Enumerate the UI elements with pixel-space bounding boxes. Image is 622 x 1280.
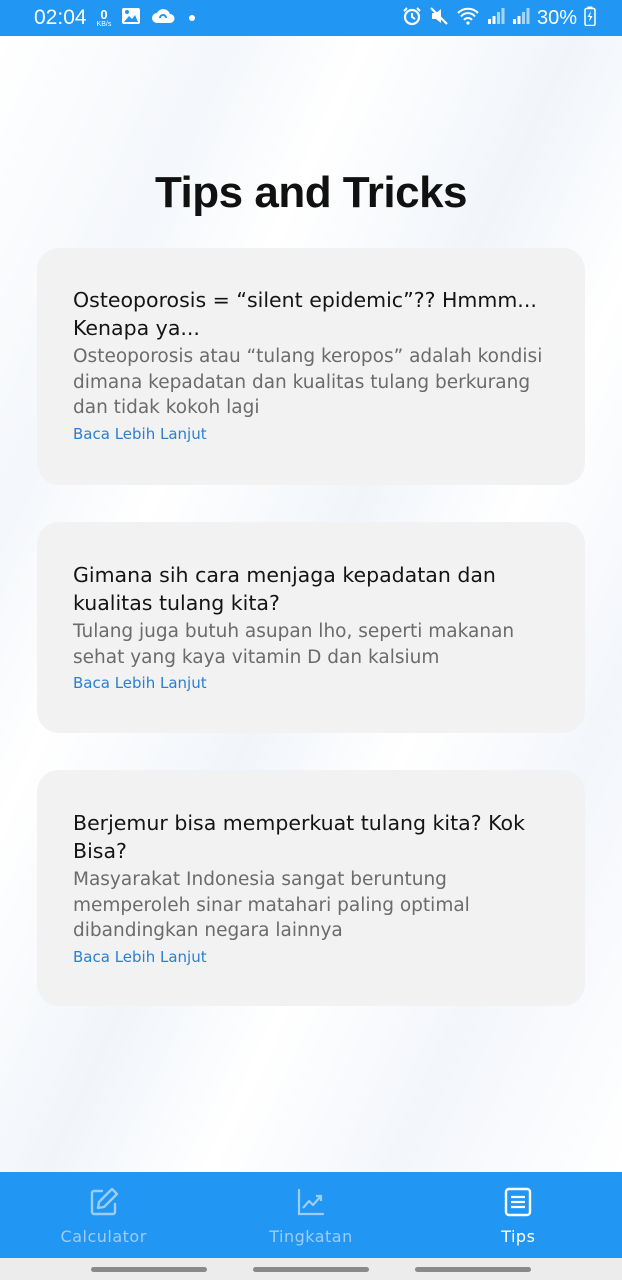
tip-card-kepadatan-tulang[interactable]: Gimana sih cara menjaga kepadatan dan ku… <box>37 522 585 733</box>
tip-card-berjemur[interactable]: Berjemur bisa memperkuat tulang kita? Ko… <box>37 770 585 1006</box>
status-bar: 02:04 0 KB/s 30% <box>0 0 622 36</box>
list-icon <box>502 1186 534 1218</box>
network-speed-value: 0 <box>100 7 108 22</box>
status-left: 02:04 0 KB/s <box>34 6 196 30</box>
nav-label: Tips <box>501 1227 536 1246</box>
tip-card-description: Masyarakat Indonesia sangat beruntung me… <box>73 869 470 941</box>
nav-item-tips[interactable]: Tips <box>415 1172 622 1258</box>
nav-label: Tingkatan <box>269 1227 353 1246</box>
network-speed-unit: KB/s <box>96 21 112 28</box>
tip-card-title: Berjemur bisa memperkuat tulang kita? Ko… <box>73 811 525 863</box>
status-time: 02:04 <box>34 6 87 29</box>
read-more-link[interactable]: Baca Lebih Lanjut <box>73 674 549 692</box>
wifi-icon <box>456 7 480 29</box>
cloud-sync-icon <box>151 7 175 29</box>
signal-icon-2 <box>512 7 530 29</box>
gesture-handle[interactable] <box>91 1266 207 1272</box>
read-more-link[interactable]: Baca Lebih Lanjut <box>73 948 549 966</box>
nav-item-calculator[interactable]: Calculator <box>0 1172 207 1258</box>
content-area: Tips and Tricks Osteoporosis = “silent e… <box>0 36 622 1172</box>
page-title: Tips and Tricks <box>154 168 468 217</box>
system-gesture-bar <box>0 1258 622 1280</box>
battery-charging-icon <box>584 6 596 30</box>
gesture-handle[interactable] <box>415 1266 531 1272</box>
nav-label: Calculator <box>60 1227 147 1246</box>
tip-card-description: Tulang juga butuh asupan lho, seperti ma… <box>73 621 515 668</box>
read-more-link[interactable]: Baca Lebih Lanjut <box>73 425 549 443</box>
gesture-handle[interactable] <box>253 1266 369 1272</box>
tip-card-osteoporosis[interactable]: Osteoporosis = “silent epidemic”?? Hmmm.… <box>37 248 585 485</box>
bottom-navigation: Calculator Tingkatan Tips <box>0 1172 622 1258</box>
tip-card-description: Osteoporosis atau “tulang keropos” adala… <box>73 346 543 418</box>
status-right: 30% <box>402 6 596 30</box>
image-icon <box>121 7 141 29</box>
network-speed: 0 KB/s <box>97 8 112 28</box>
tip-card-title: Osteoporosis = “silent epidemic”?? Hmmm.… <box>73 288 537 340</box>
nav-item-tingkatan[interactable]: Tingkatan <box>207 1172 414 1258</box>
battery-percentage: 30% <box>536 6 577 29</box>
signal-icon <box>487 7 505 29</box>
tip-card-title: Gimana sih cara menjaga kepadatan dan ku… <box>73 563 496 615</box>
mute-icon <box>429 6 449 30</box>
alarm-icon <box>402 6 422 30</box>
edit-icon <box>88 1186 120 1218</box>
notification-dot-icon <box>189 15 196 21</box>
trending-up-icon <box>295 1186 327 1218</box>
